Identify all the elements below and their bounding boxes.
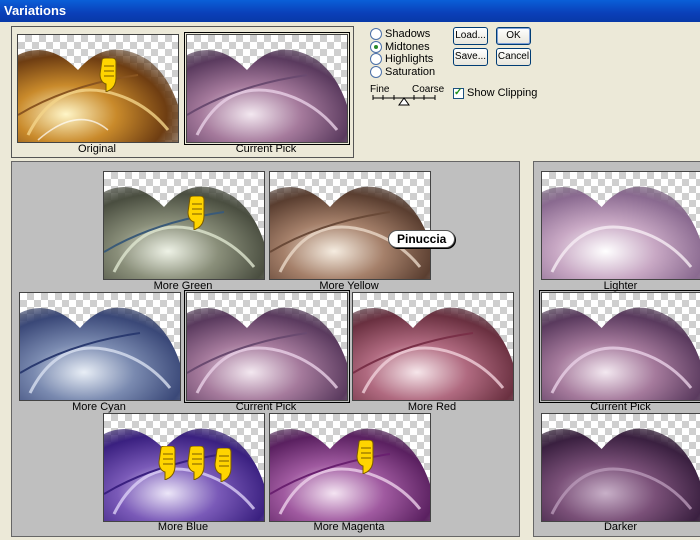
darker-thumbnail[interactable] [541, 413, 700, 522]
more-blue-image [104, 428, 264, 521]
load-button[interactable]: Load... [453, 27, 488, 45]
cancel-button[interactable]: Cancel [496, 48, 531, 66]
window-title: Variations [4, 3, 67, 18]
ok-button[interactable]: OK [496, 27, 531, 45]
more-blue-thumbnail[interactable] [103, 413, 265, 522]
current-pick-right-thumbnail[interactable] [539, 290, 700, 403]
more-red-thumbnail[interactable] [352, 292, 514, 401]
radio-saturation[interactable]: Saturation [370, 66, 435, 79]
current-pick-top-label: Current Pick [235, 143, 297, 155]
window-titlebar[interactable]: Variations [0, 0, 700, 22]
radio-saturation-circle[interactable] [370, 66, 382, 79]
lighter-image [542, 186, 700, 279]
radio-highlights-label: Highlights [385, 53, 434, 65]
pointing-hand-icon [187, 446, 205, 480]
pointing-hand-icon [187, 196, 205, 230]
more-red-label: More Red [407, 401, 457, 413]
radio-shadows-label: Shadows [385, 28, 431, 40]
lighter-thumbnail[interactable] [541, 171, 700, 280]
current-pick-top-image [187, 49, 347, 142]
current-pick-center-thumbnail[interactable] [184, 290, 350, 403]
show-clipping-label: Show Clipping [467, 87, 538, 99]
more-cyan-image [20, 307, 180, 400]
slider-thumb [398, 97, 410, 106]
fine-coarse-slider[interactable] [372, 94, 436, 106]
radio-saturation-label: Saturation [385, 66, 436, 78]
pointing-hand-icon [158, 446, 176, 480]
more-green-thumbnail[interactable] [103, 171, 265, 280]
pointing-hand-icon [214, 448, 232, 482]
pointing-hand-icon [356, 440, 374, 474]
current-pick-center-label: Current Pick [235, 401, 297, 413]
radio-midtones-circle[interactable] [370, 41, 382, 54]
more-green-label: More Green [153, 280, 213, 292]
more-cyan-thumbnail[interactable] [19, 292, 181, 401]
darker-label: Darker [603, 521, 637, 533]
radio-highlights[interactable]: Highlights [370, 53, 433, 66]
more-yellow-label: More Yellow [319, 280, 379, 292]
more-red-image [353, 307, 513, 400]
current-pick-center-image [187, 307, 347, 400]
more-magenta-thumbnail[interactable] [269, 413, 431, 522]
more-green-image [104, 186, 264, 279]
pointing-hand-icon [99, 58, 117, 92]
more-cyan-label: More Cyan [72, 401, 126, 413]
darker-image [542, 428, 700, 521]
original-label: Original [78, 143, 116, 155]
more-yellow-image [270, 186, 430, 279]
current-pick-right-label: Current Pick [590, 401, 651, 413]
current-pick-right-image [542, 307, 700, 400]
radio-shadows-circle[interactable] [370, 28, 382, 41]
save-button[interactable]: Save... [453, 48, 488, 66]
more-blue-label: More Blue [157, 521, 209, 533]
radio-midtones-label: Midtones [385, 41, 430, 53]
more-yellow-thumbnail[interactable] [269, 171, 431, 280]
more-magenta-image [270, 428, 430, 521]
radio-highlights-circle[interactable] [370, 53, 382, 66]
radio-shadows[interactable]: Shadows [370, 28, 430, 41]
more-magenta-label: More Magenta [313, 521, 385, 533]
current-pick-top-thumbnail[interactable] [184, 32, 350, 145]
show-clipping-checkbox[interactable]: Show Clipping [453, 86, 538, 100]
watermark-label: Pinuccia [388, 230, 456, 248]
lighter-label: Lighter [603, 280, 638, 292]
show-clipping-box[interactable] [453, 86, 464, 99]
